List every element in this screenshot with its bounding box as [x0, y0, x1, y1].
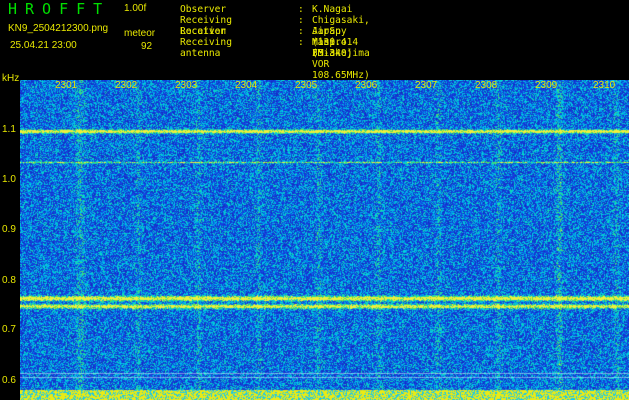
info-value: K.Nagai — [312, 4, 353, 15]
filename-label: KN9_2504212300.png — [8, 23, 109, 34]
info-key: Observer — [180, 4, 227, 15]
info-separator: : — [298, 26, 304, 37]
info-value: Maspro FM-3 — [312, 37, 347, 59]
x-tick-label: 2303 — [175, 80, 198, 91]
spectrogram-plot — [20, 80, 629, 400]
x-tick-label: 2306 — [355, 80, 378, 91]
y-tick-label: 0.6 — [2, 375, 16, 386]
x-tick-label: 2301 — [55, 80, 78, 91]
meteor-count: 92 — [141, 41, 153, 52]
x-tick-label: 2302 — [115, 80, 138, 91]
x-tick-label: 2304 — [235, 80, 258, 91]
datetime-label: 25.04.21 23:00 — [10, 40, 77, 51]
info-separator: : — [298, 37, 304, 48]
x-tick-label: 2310 — [593, 80, 616, 91]
info-key: Receiver — [180, 26, 227, 37]
meteor-label: meteor — [124, 28, 156, 39]
y-tick-label: 0.8 — [2, 275, 16, 286]
version-label: 1.00f — [124, 3, 147, 14]
info-separator: : — [298, 15, 304, 26]
info-separator: : — [298, 4, 304, 15]
frequency-unit-label: kHz — [2, 73, 20, 84]
y-tick-label: 0.9 — [2, 224, 16, 235]
y-tick-label: 1.1 — [2, 124, 16, 135]
app-title: HROFFT — [8, 0, 111, 18]
y-tick-label: 1.0 — [2, 174, 16, 185]
x-tick-label: 2309 — [535, 80, 558, 91]
x-tick-label: 2308 — [475, 80, 498, 91]
x-tick-label: 2307 — [415, 80, 438, 91]
info-key: Receiving antenna — [180, 37, 232, 59]
x-tick-label: 2305 — [295, 80, 318, 91]
y-tick-label: 0.7 — [2, 324, 16, 335]
